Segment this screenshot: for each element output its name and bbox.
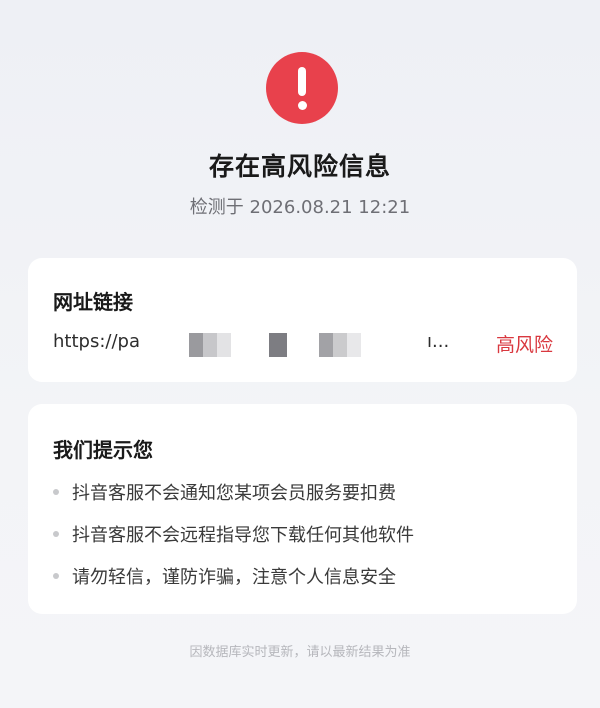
mosaic-block xyxy=(217,333,231,357)
tips-card-title: 我们提示您 xyxy=(53,438,153,462)
url-row[interactable]: https://pa ı... 高风险 xyxy=(53,331,553,361)
tip-item: 抖音客服不会远程指导您下载任何其他软件 xyxy=(53,521,553,547)
exclamation-circle-icon xyxy=(266,52,338,124)
url-card: 网址链接 https://pa ı... 高风险 xyxy=(28,258,577,382)
mosaic-block xyxy=(269,333,287,357)
result-header: 存在高风险信息 检测于 2026.08.21 12:21 xyxy=(0,0,600,250)
bullet-dot-icon xyxy=(53,531,59,537)
detection-time: 检测于 2026.08.21 12:21 xyxy=(189,197,411,218)
url-redaction-mosaic xyxy=(189,331,449,359)
footer-note: 因数据库实时更新，请以最新结果为准 xyxy=(189,645,411,660)
url-text: https://pa xyxy=(53,331,140,352)
mosaic-block xyxy=(203,333,217,357)
page-title: 存在高风险信息 xyxy=(208,152,391,181)
mosaic-block xyxy=(189,333,203,357)
bullet-dot-icon xyxy=(53,489,59,495)
tip-item: 抖音客服不会通知您某项会员服务要扣费 xyxy=(53,479,553,505)
exclamation-bar xyxy=(298,67,306,96)
exclamation-dot xyxy=(297,101,307,110)
url-suffix: ı... xyxy=(427,331,450,352)
mosaic-block xyxy=(333,333,347,357)
risk-level-badge: 高风险 xyxy=(495,334,553,356)
tip-text: 抖音客服不会通知您某项会员服务要扣费 xyxy=(72,483,396,504)
mosaic-block xyxy=(347,333,361,357)
url-card-title: 网址链接 xyxy=(53,290,133,314)
tips-card: 我们提示您 抖音客服不会通知您某项会员服务要扣费 抖音客服不会远程指导您下载任何… xyxy=(28,404,577,614)
tip-item: 请勿轻信，谨防诈骗，注意个人信息安全 xyxy=(53,563,553,589)
mosaic-block xyxy=(319,333,333,357)
tip-text: 抖音客服不会远程指导您下载任何其他软件 xyxy=(72,525,414,546)
bullet-dot-icon xyxy=(53,573,59,579)
tip-text: 请勿轻信，谨防诈骗，注意个人信息安全 xyxy=(72,567,396,588)
